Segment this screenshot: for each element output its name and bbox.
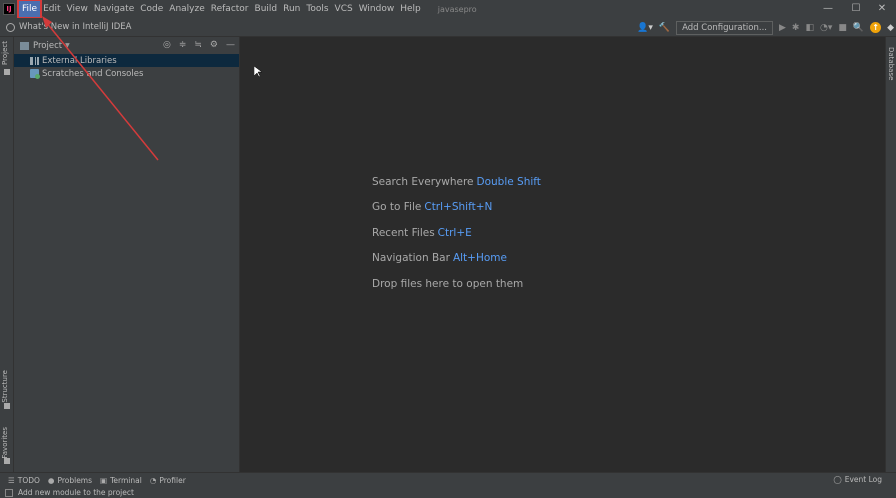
menu-vcs[interactable]: VCS [332,1,356,17]
locate-icon[interactable]: ◎ [163,40,171,51]
menu-analyze[interactable]: Analyze [166,1,207,17]
hint-label: Search Everywhere [372,176,474,188]
left-tool-stripe: Project Structure Favorites [0,37,14,472]
debug-icon[interactable]: ✱ [792,23,800,33]
hint-drop-files: Drop files here to open them [372,278,523,290]
info-icon: ● [47,475,55,485]
structure-tool-tab[interactable]: Structure [1,370,9,403]
menu-bar: IJ File Edit View Navigate Code Analyze … [0,0,896,19]
gear-icon[interactable]: ⚙ [210,40,218,51]
tree-item-label: Scratches and Consoles [42,68,144,79]
menu-build[interactable]: Build [252,1,281,17]
menu-tools[interactable]: Tools [303,1,331,17]
hint-label: Go to File [372,201,422,213]
hint-shortcut: Ctrl+E [437,227,472,239]
hint-label: Recent Files [372,227,435,239]
expand-all-icon[interactable]: ≑ [179,40,187,51]
star-icon [4,458,10,464]
project-panel-title[interactable]: Project [33,41,62,51]
profiler-icon: ◔ [149,475,157,485]
library-icon [30,56,39,65]
hint-navigation-bar: Navigation Bar Alt+Home [372,252,507,264]
intellij-logo-icon: IJ [3,3,15,15]
profile-icon[interactable]: ◔▾ [820,23,832,33]
update-icon[interactable]: ↑ [870,22,882,33]
event-log-label: Event Log [844,475,882,484]
editor-area[interactable]: Search Everywhere Double Shift Go to File… [240,37,885,472]
toolbar: What's New in IntelliJ IDEA 👤▾ 🔨 Add Con… [0,18,896,37]
status-icon[interactable] [5,488,13,497]
menu-edit[interactable]: Edit [40,1,63,17]
run-icon[interactable]: ▶ [779,23,786,33]
stop-icon[interactable]: ■ [838,23,847,33]
menu-navigate[interactable]: Navigate [91,1,137,17]
todo-label: TODO [17,475,40,485]
profiler-label: Profiler [159,475,186,485]
hint-search-everywhere: Search Everywhere Double Shift [372,176,541,188]
menu-help[interactable]: Help [397,1,424,17]
hint-go-to-file: Go to File Ctrl+Shift+N [372,201,492,213]
problems-tab[interactable]: ● Problems [48,476,92,485]
maximize-button[interactable]: ☐ [842,0,870,18]
list-icon: ☰ [8,475,15,485]
terminal-tab[interactable]: ▣ Terminal [100,476,142,485]
close-button[interactable]: ✕ [868,0,896,18]
build-hammer-icon[interactable]: 🔨 [659,23,670,33]
menu-window[interactable]: Window [356,1,398,17]
menu-view[interactable]: View [64,1,91,17]
whats-new-tab[interactable]: What's New in IntelliJ IDEA [6,22,131,32]
menu-file[interactable]: File [16,0,43,19]
terminal-icon: ▣ [100,475,108,485]
project-panel: Project ▼ ◎ ≑ ≒ ⚙ — External Libraries S… [14,37,240,472]
right-tool-stripe: Database [885,37,896,472]
tree-item-external-libraries[interactable]: External Libraries [14,54,239,67]
favorites-tool-tab[interactable]: Favorites [1,427,9,459]
scratch-icon [30,69,40,79]
tree-item-label: External Libraries [42,55,117,66]
whats-new-label: What's New in IntelliJ IDEA [19,22,132,32]
database-tool-tab[interactable]: Database [887,47,895,80]
status-message: Add new module to the project [18,488,134,497]
terminal-label: Terminal [110,475,142,485]
plugin-icon[interactable]: ◆ [887,23,894,33]
bottom-tool-bar: ☰ TODO ● Problems ▣ Terminal ◔ Profiler ◯ Eve… [0,472,896,487]
project-name: javasepro [437,4,477,14]
event-log-tab[interactable]: ◯ Event Log [833,475,882,484]
collapse-all-icon[interactable]: ≒ [194,40,202,51]
globe-icon [6,22,15,32]
project-tool-tab[interactable]: Project [1,41,9,65]
todo-tab[interactable]: ☰ TODO [8,476,40,485]
menu-refactor[interactable]: Refactor [208,1,252,17]
project-folder-icon [4,69,10,75]
coverage-icon[interactable]: ◧ [805,23,814,33]
structure-icon [4,403,10,409]
folder-icon [20,41,29,50]
hint-shortcut: Double Shift [476,176,541,188]
menu-run[interactable]: Run [280,1,303,17]
mouse-cursor-icon [254,66,262,78]
chevron-down-icon[interactable]: ▼ [65,42,70,49]
event-log-icon: ◯ [833,475,842,484]
search-icon[interactable]: 🔍 [853,23,864,33]
status-bar: Add new module to the project [0,487,896,498]
hint-recent-files: Recent Files Ctrl+E [372,227,472,239]
hint-shortcut: Ctrl+Shift+N [424,201,493,213]
hint-shortcut: Alt+Home [452,252,507,264]
add-configuration-button[interactable]: Add Configuration... [676,20,773,35]
user-icon[interactable]: 👤▾ [637,23,653,33]
project-panel-header: Project ▼ ◎ ≑ ≒ ⚙ — [14,37,239,54]
minimize-button[interactable]: — [814,0,842,18]
menu-code[interactable]: Code [137,1,166,17]
problems-label: Problems [57,475,93,485]
profiler-tab[interactable]: ◔ Profiler [150,476,186,485]
tree-item-scratches[interactable]: Scratches and Consoles [14,67,239,80]
hint-label: Navigation Bar [372,252,450,264]
hide-icon[interactable]: — [226,40,235,51]
hint-label: Drop files here to open them [372,278,524,290]
